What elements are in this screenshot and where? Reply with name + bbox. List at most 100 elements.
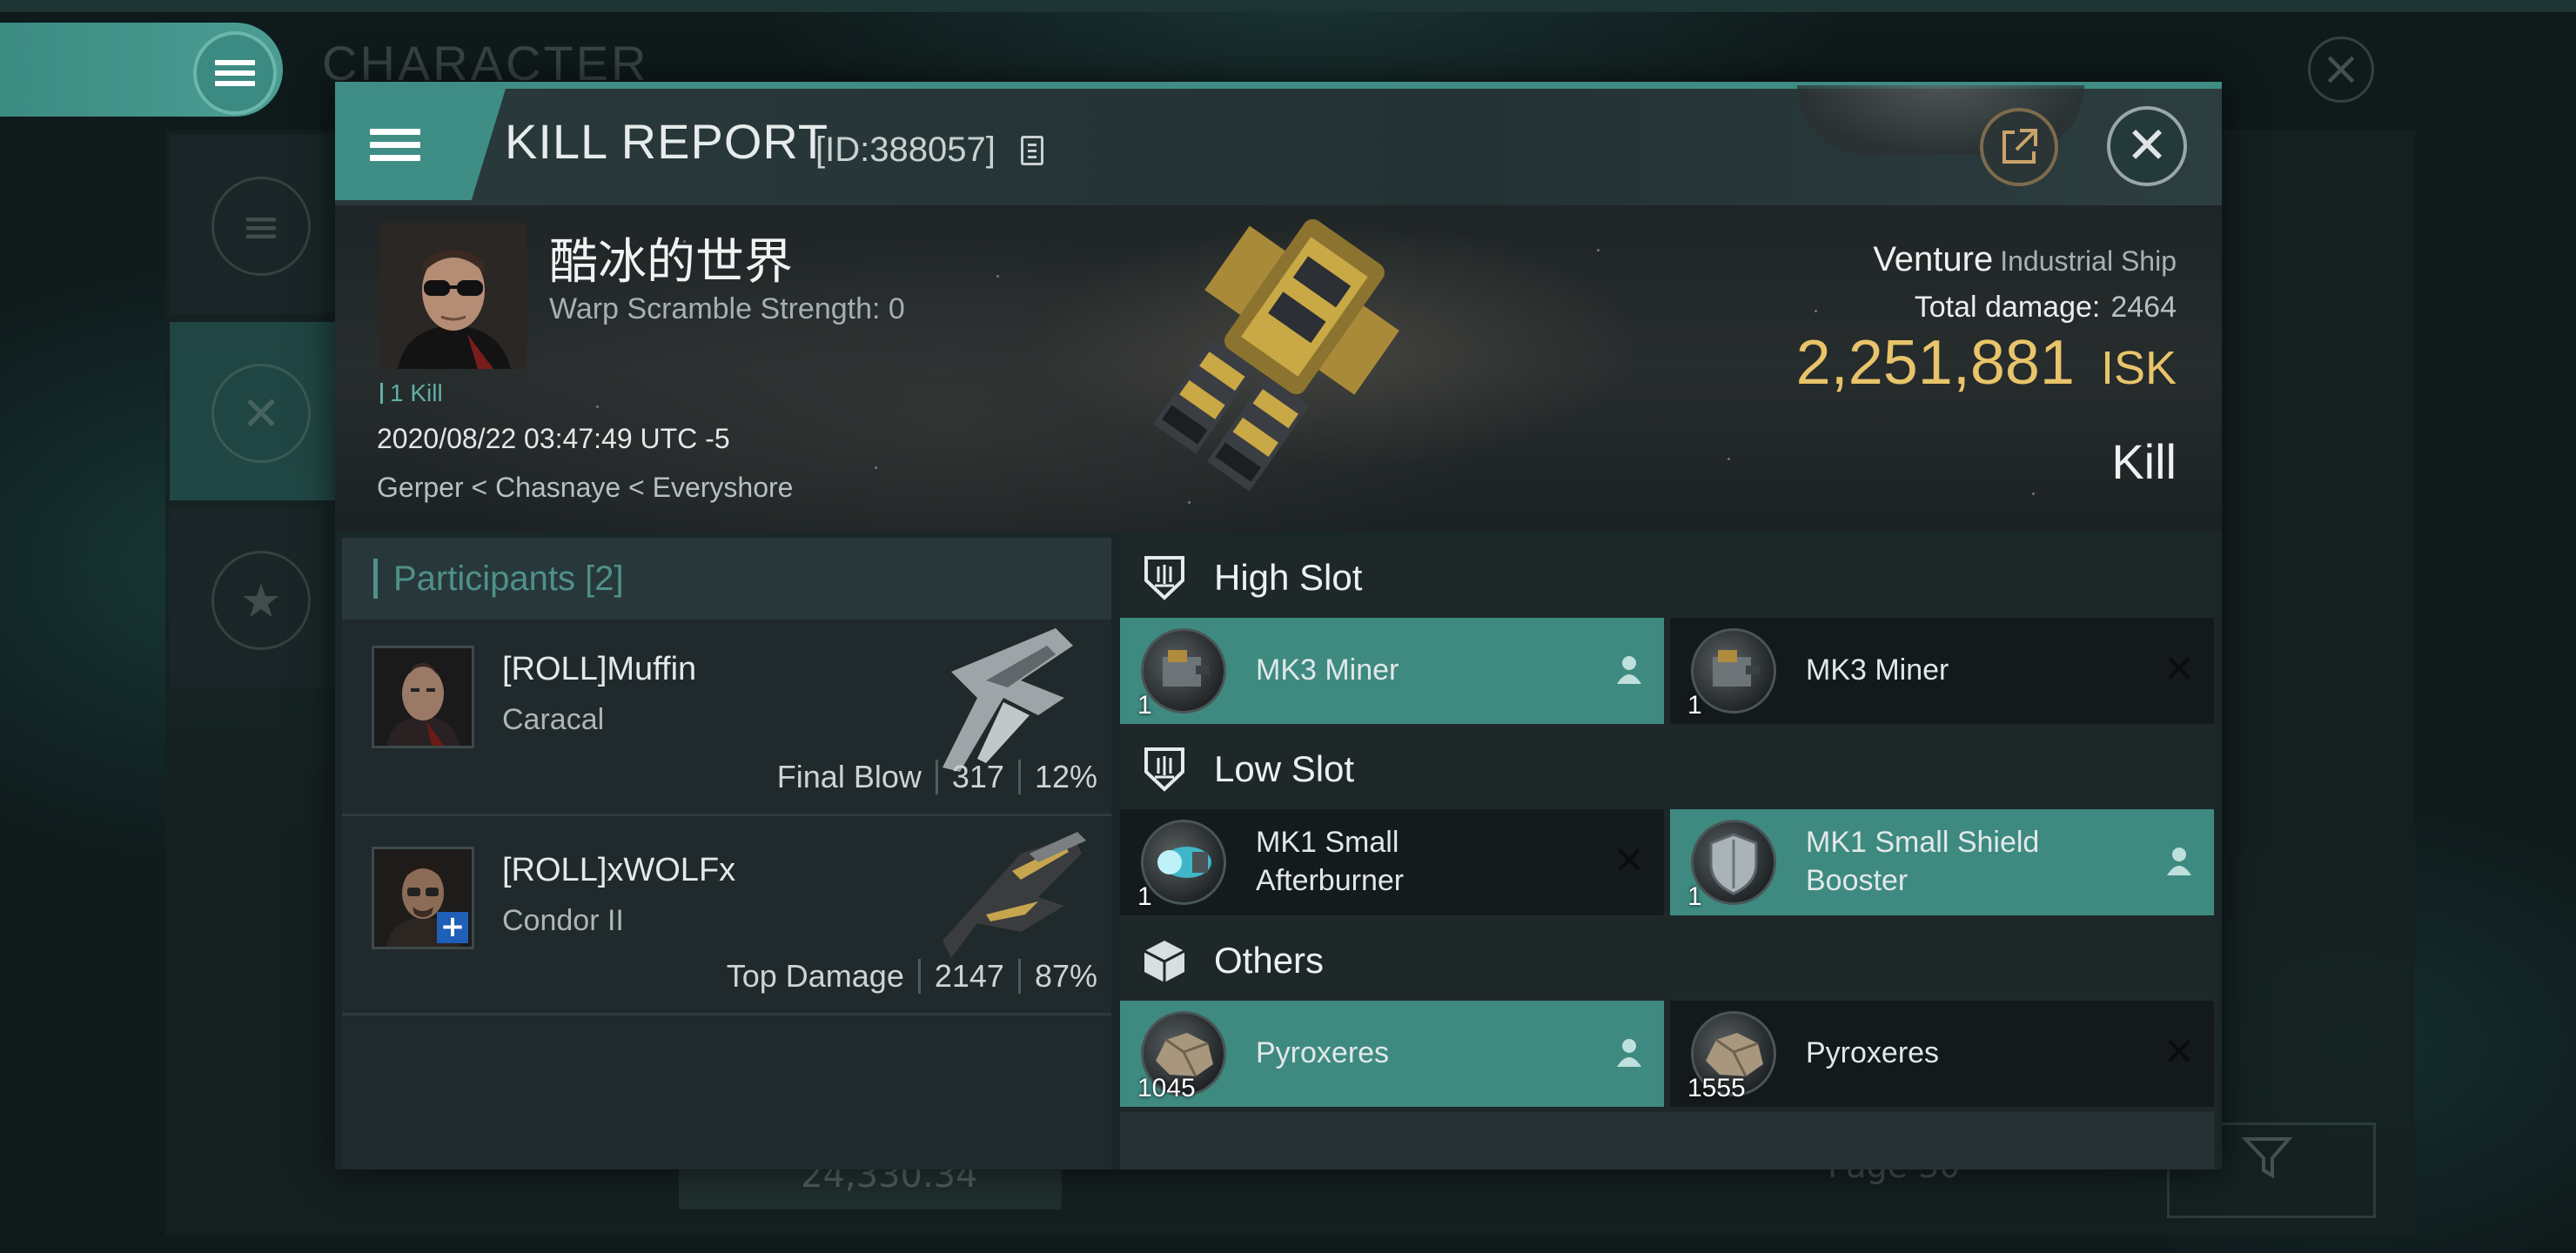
high-slot-icon [1144,556,1184,600]
module-quantity: 1 [1687,691,1702,720]
module-quantity: 1045 [1137,1074,1196,1102]
total-damage-label: Total damage: [1914,291,2101,324]
dropped-person-icon [2167,848,2191,875]
sidebar-item-medals[interactable]: ★ [170,509,335,687]
star-icon: ★ [211,551,311,650]
participant-damage: 2147 [934,958,1004,994]
participant-row[interactable]: [ROLL]Muffin Caracal Final Blow 317 12% [342,620,1111,816]
kill-datetime: 2020/08/22 03:47:49 UTC -5 [377,423,730,454]
participant-role: Final Blow [776,759,922,794]
report-type: Kill [2111,434,2177,489]
condor-ship-image [943,832,1086,958]
participant-stats: Top Damage 2147 87% [727,958,1097,995]
kill-report-menu-button[interactable] [335,89,506,200]
character-sidebar: ≡ ✕ ★ [170,135,335,687]
participants-panel: Participants [2] [ROLL]Muffin Caracal Fi… [342,538,1111,1169]
sidebar-item-list[interactable]: ≡ [170,135,335,313]
character-close-button[interactable]: × [2308,37,2374,103]
low-slot-icon [1144,747,1184,792]
caracal-ship-image [943,628,1073,772]
crossed-swords-icon: ✕ [211,364,311,463]
participants-header: Participants [2] [342,538,1111,620]
miner-module-icon [1691,628,1776,714]
module-item[interactable]: 1 MK3 Miner [1120,618,1664,724]
participant-damage: 317 [951,759,1004,794]
kill-report-window: KILL REPORT [ID:388057] ✕ 酷冰的世界 Warp Scr… [335,82,2222,1169]
destroyed-x-icon: ✕ [2163,1030,2196,1075]
module-name: MK3 Miner [1806,653,1949,687]
destroyed-x-icon: ✕ [2163,647,2196,692]
participant-row[interactable]: + [ROLL]xWOLFx Condor II Top Damage 2147… [342,819,1111,1015]
participant-name: [ROLL]Muffin [502,651,697,687]
low-slot-label: Low Slot [1214,748,1355,789]
high-slot-header: High Slot [1120,538,2215,618]
afterburner-module-icon [1141,820,1226,905]
victim-section: 酷冰的世界 Warp Scramble Strength: 0 1 Kill 2… [335,205,2222,531]
module-item[interactable]: 1 MK1 Small Shield Booster [1670,809,2214,915]
pilot-portrait-image [380,223,527,369]
sidebar-item-killmails[interactable]: ✕ [170,322,335,500]
module-name: Pyroxeres [1806,1036,1940,1069]
cargo-box-icon [1144,941,1185,982]
isk-amount: 2,251,881 [1795,328,2075,398]
participant-avatar[interactable]: + [372,847,474,949]
ship-class: Industrial Ship [2000,245,2177,277]
module-name: Pyroxeres [1256,1036,1390,1069]
kill-report-id: [ID:388057] [815,131,996,169]
copy-icon[interactable] [1021,136,1043,165]
main-menu-button[interactable] [193,31,277,115]
hamburger-icon [370,122,420,168]
kill-report-title: KILL REPORT [505,114,829,169]
module-item[interactable]: 1 MK1 Small Afterburner ✕ [1120,809,1664,915]
top-bar [0,0,2576,12]
module-quantity: 1 [1137,882,1152,911]
external-link-icon [2002,129,2037,164]
isk-unit: ISK [2100,342,2177,394]
kill-location[interactable]: Gerper < Chasnaye < Everyshore [377,472,793,504]
module-quantity: 1555 [1687,1074,1746,1102]
participant-role: Top Damage [726,958,904,994]
dropped-person-icon [1617,1039,1641,1067]
kill-report-header: KILL REPORT [ID:388057] ✕ [335,85,2222,205]
others-label: Others [1214,940,1325,981]
fitting-panel: High Slot 1 MK3 Miner 1 MK3 Miner ✕ Low … [1120,538,2215,1169]
others-header: Others [1120,921,2215,1001]
warp-scramble-strength: Warp Scramble Strength: 0 [549,292,905,325]
share-button[interactable] [1980,108,2058,186]
participant-ship: Caracal [502,703,605,736]
module-quantity: 1 [1687,882,1702,911]
low-slot-header: Low Slot [1120,729,2215,809]
hamburger-icon [215,55,255,91]
dropped-person-icon [1617,656,1641,684]
ship-name[interactable]: Venture Industrial Ship [1873,240,2177,279]
close-button[interactable]: ✕ [2107,106,2187,186]
list-icon: ≡ [211,177,311,276]
fitting-footer [1120,1112,2215,1169]
participant-stats: Final Blow 317 12% [777,759,1097,795]
module-item[interactable]: 1555 Pyroxeres ✕ [1670,1001,2214,1107]
isk-value: 2,251,881 ISK [1796,327,2177,399]
participant-name: [ROLL]xWOLFx [502,852,736,888]
shield-booster-module-icon [1691,820,1776,905]
participant-percent: 12% [1034,759,1097,794]
miner-module-icon [1141,628,1226,714]
pilot-portrait-image [374,648,472,746]
participant-ship: Condor II [502,904,624,937]
victim-kill-count[interactable]: 1 Kill [380,379,443,407]
module-name: MK3 Miner [1256,653,1399,687]
module-item[interactable]: 1 MK3 Miner ✕ [1670,618,2214,724]
total-damage: Total damage: 2464 [1915,291,2177,325]
total-damage-value: 2464 [2110,291,2177,324]
ship-type: Venture [1873,240,1994,278]
module-quantity: 1 [1137,691,1152,720]
high-slot-label: High Slot [1214,557,1363,598]
venture-ship-image [1153,218,1399,492]
destroyed-x-icon: ✕ [1613,839,1646,883]
add-contact-icon[interactable]: + [437,912,468,943]
victim-portrait[interactable] [380,223,527,369]
participant-avatar[interactable] [372,646,474,748]
participant-percent: 87% [1034,958,1097,994]
module-name: MK1 Small Shield Booster [1806,826,2040,897]
module-name: MK1 Small Afterburner [1256,826,1405,897]
module-item[interactable]: 1045 Pyroxeres [1120,1001,1664,1107]
